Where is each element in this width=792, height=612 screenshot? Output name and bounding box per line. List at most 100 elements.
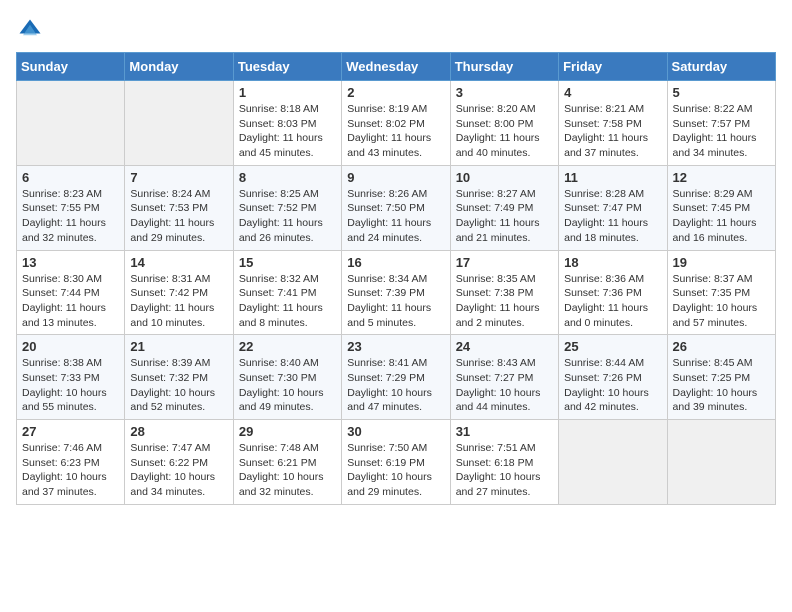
day-number: 30 [347, 424, 444, 439]
calendar-cell [17, 81, 125, 166]
calendar-cell: 16 Sunrise: 8:34 AM Sunset: 7:39 PM Dayli… [342, 250, 450, 335]
day-info: Sunrise: 8:23 AM Sunset: 7:55 PM Dayligh… [22, 187, 119, 246]
day-number: 13 [22, 255, 119, 270]
day-number: 22 [239, 339, 336, 354]
calendar-week-3: 13 Sunrise: 8:30 AM Sunset: 7:44 PM Dayli… [17, 250, 776, 335]
day-info: Sunrise: 8:32 AM Sunset: 7:41 PM Dayligh… [239, 272, 336, 331]
day-info: Sunrise: 7:51 AM Sunset: 6:18 PM Dayligh… [456, 441, 553, 500]
calendar-cell: 24Sunrise: 8:43 AM Sunset: 7:27 PM Dayli… [450, 335, 558, 420]
day-number: 20 [22, 339, 119, 354]
calendar-cell: 6 Sunrise: 8:23 AM Sunset: 7:55 PM Daylig… [17, 165, 125, 250]
calendar-week-2: 6 Sunrise: 8:23 AM Sunset: 7:55 PM Daylig… [17, 165, 776, 250]
calendar-cell: 10 Sunrise: 8:27 AM Sunset: 7:49 PM Dayli… [450, 165, 558, 250]
calendar-cell: 19Sunrise: 8:37 AM Sunset: 7:35 PM Dayli… [667, 250, 775, 335]
day-number: 24 [456, 339, 553, 354]
day-number: 11 [564, 170, 661, 185]
calendar-cell: 31 Sunrise: 7:51 AM Sunset: 6:18 PM Dayli… [450, 420, 558, 505]
day-info: Sunrise: 7:48 AM Sunset: 6:21 PM Dayligh… [239, 441, 336, 500]
day-number: 9 [347, 170, 444, 185]
day-number: 26 [673, 339, 770, 354]
calendar-cell: 25Sunrise: 8:44 AM Sunset: 7:26 PM Dayli… [559, 335, 667, 420]
calendar-cell: 2 Sunrise: 8:19 AM Sunset: 8:02 PM Daylig… [342, 81, 450, 166]
day-info: Sunrise: 8:29 AM Sunset: 7:45 PM Dayligh… [673, 187, 770, 246]
calendar-cell: 9 Sunrise: 8:26 AM Sunset: 7:50 PM Daylig… [342, 165, 450, 250]
day-info: Sunrise: 8:36 AM Sunset: 7:36 PM Dayligh… [564, 272, 661, 331]
calendar-week-4: 20Sunrise: 8:38 AM Sunset: 7:33 PM Dayli… [17, 335, 776, 420]
day-number: 23 [347, 339, 444, 354]
day-info: Sunrise: 8:27 AM Sunset: 7:49 PM Dayligh… [456, 187, 553, 246]
day-number: 17 [456, 255, 553, 270]
day-info: Sunrise: 7:47 AM Sunset: 6:22 PM Dayligh… [130, 441, 227, 500]
weekday-header-thursday: Thursday [450, 53, 558, 81]
day-number: 16 [347, 255, 444, 270]
calendar-cell [559, 420, 667, 505]
day-info: Sunrise: 8:35 AM Sunset: 7:38 PM Dayligh… [456, 272, 553, 331]
calendar-cell: 17 Sunrise: 8:35 AM Sunset: 7:38 PM Dayli… [450, 250, 558, 335]
logo-icon [16, 16, 44, 44]
calendar-cell: 7Sunrise: 8:24 AM Sunset: 7:53 PM Daylig… [125, 165, 233, 250]
day-info: Sunrise: 8:45 AM Sunset: 7:25 PM Dayligh… [673, 356, 770, 415]
calendar-cell [125, 81, 233, 166]
calendar-cell: 11 Sunrise: 8:28 AM Sunset: 7:47 PM Dayli… [559, 165, 667, 250]
calendar-cell: 28 Sunrise: 7:47 AM Sunset: 6:22 PM Dayli… [125, 420, 233, 505]
day-number: 27 [22, 424, 119, 439]
day-info: Sunrise: 8:18 AM Sunset: 8:03 PM Dayligh… [239, 102, 336, 161]
day-info: Sunrise: 8:39 AM Sunset: 7:32 PM Dayligh… [130, 356, 227, 415]
calendar-cell: 21 Sunrise: 8:39 AM Sunset: 7:32 PM Dayli… [125, 335, 233, 420]
calendar-cell: 20Sunrise: 8:38 AM Sunset: 7:33 PM Dayli… [17, 335, 125, 420]
day-number: 5 [673, 85, 770, 100]
calendar-cell: 22 Sunrise: 8:40 AM Sunset: 7:30 PM Dayli… [233, 335, 341, 420]
day-number: 21 [130, 339, 227, 354]
day-info: Sunrise: 8:41 AM Sunset: 7:29 PM Dayligh… [347, 356, 444, 415]
day-number: 1 [239, 85, 336, 100]
weekday-header-friday: Friday [559, 53, 667, 81]
calendar-cell: 1 Sunrise: 8:18 AM Sunset: 8:03 PM Daylig… [233, 81, 341, 166]
weekday-header-sunday: Sunday [17, 53, 125, 81]
calendar-cell: 3 Sunrise: 8:20 AM Sunset: 8:00 PM Daylig… [450, 81, 558, 166]
day-number: 18 [564, 255, 661, 270]
day-number: 10 [456, 170, 553, 185]
day-number: 3 [456, 85, 553, 100]
day-number: 15 [239, 255, 336, 270]
weekday-header-wednesday: Wednesday [342, 53, 450, 81]
day-info: Sunrise: 8:26 AM Sunset: 7:50 PM Dayligh… [347, 187, 444, 246]
day-info: Sunrise: 8:31 AM Sunset: 7:42 PM Dayligh… [130, 272, 227, 331]
calendar-cell: 18 Sunrise: 8:36 AM Sunset: 7:36 PM Dayli… [559, 250, 667, 335]
day-number: 8 [239, 170, 336, 185]
day-number: 31 [456, 424, 553, 439]
calendar-week-5: 27 Sunrise: 7:46 AM Sunset: 6:23 PM Dayli… [17, 420, 776, 505]
logo [16, 16, 48, 44]
weekday-header-tuesday: Tuesday [233, 53, 341, 81]
day-info: Sunrise: 7:46 AM Sunset: 6:23 PM Dayligh… [22, 441, 119, 500]
calendar-cell: 12 Sunrise: 8:29 AM Sunset: 7:45 PM Dayli… [667, 165, 775, 250]
day-info: Sunrise: 8:34 AM Sunset: 7:39 PM Dayligh… [347, 272, 444, 331]
day-info: Sunrise: 8:40 AM Sunset: 7:30 PM Dayligh… [239, 356, 336, 415]
day-info: Sunrise: 8:28 AM Sunset: 7:47 PM Dayligh… [564, 187, 661, 246]
day-info: Sunrise: 8:19 AM Sunset: 8:02 PM Dayligh… [347, 102, 444, 161]
weekday-header-monday: Monday [125, 53, 233, 81]
calendar-cell: 5 Sunrise: 8:22 AM Sunset: 7:57 PM Daylig… [667, 81, 775, 166]
day-number: 12 [673, 170, 770, 185]
calendar-cell: 27 Sunrise: 7:46 AM Sunset: 6:23 PM Dayli… [17, 420, 125, 505]
calendar-cell: 29 Sunrise: 7:48 AM Sunset: 6:21 PM Dayli… [233, 420, 341, 505]
day-info: Sunrise: 8:25 AM Sunset: 7:52 PM Dayligh… [239, 187, 336, 246]
day-number: 6 [22, 170, 119, 185]
calendar-cell: 14 Sunrise: 8:31 AM Sunset: 7:42 PM Dayli… [125, 250, 233, 335]
day-info: Sunrise: 8:22 AM Sunset: 7:57 PM Dayligh… [673, 102, 770, 161]
calendar-cell: 30Sunrise: 7:50 AM Sunset: 6:19 PM Dayli… [342, 420, 450, 505]
day-info: Sunrise: 8:37 AM Sunset: 7:35 PM Dayligh… [673, 272, 770, 331]
day-number: 2 [347, 85, 444, 100]
day-info: Sunrise: 8:20 AM Sunset: 8:00 PM Dayligh… [456, 102, 553, 161]
weekday-header-row: SundayMondayTuesdayWednesdayThursdayFrid… [17, 53, 776, 81]
calendar-cell: 8 Sunrise: 8:25 AM Sunset: 7:52 PM Daylig… [233, 165, 341, 250]
day-number: 29 [239, 424, 336, 439]
day-info: Sunrise: 8:30 AM Sunset: 7:44 PM Dayligh… [22, 272, 119, 331]
day-number: 14 [130, 255, 227, 270]
day-number: 28 [130, 424, 227, 439]
day-number: 4 [564, 85, 661, 100]
calendar-table: SundayMondayTuesdayWednesdayThursdayFrid… [16, 52, 776, 505]
day-info: Sunrise: 8:44 AM Sunset: 7:26 PM Dayligh… [564, 356, 661, 415]
day-info: Sunrise: 8:21 AM Sunset: 7:58 PM Dayligh… [564, 102, 661, 161]
calendar-cell: 15 Sunrise: 8:32 AM Sunset: 7:41 PM Dayli… [233, 250, 341, 335]
calendar-cell: 4 Sunrise: 8:21 AM Sunset: 7:58 PM Daylig… [559, 81, 667, 166]
